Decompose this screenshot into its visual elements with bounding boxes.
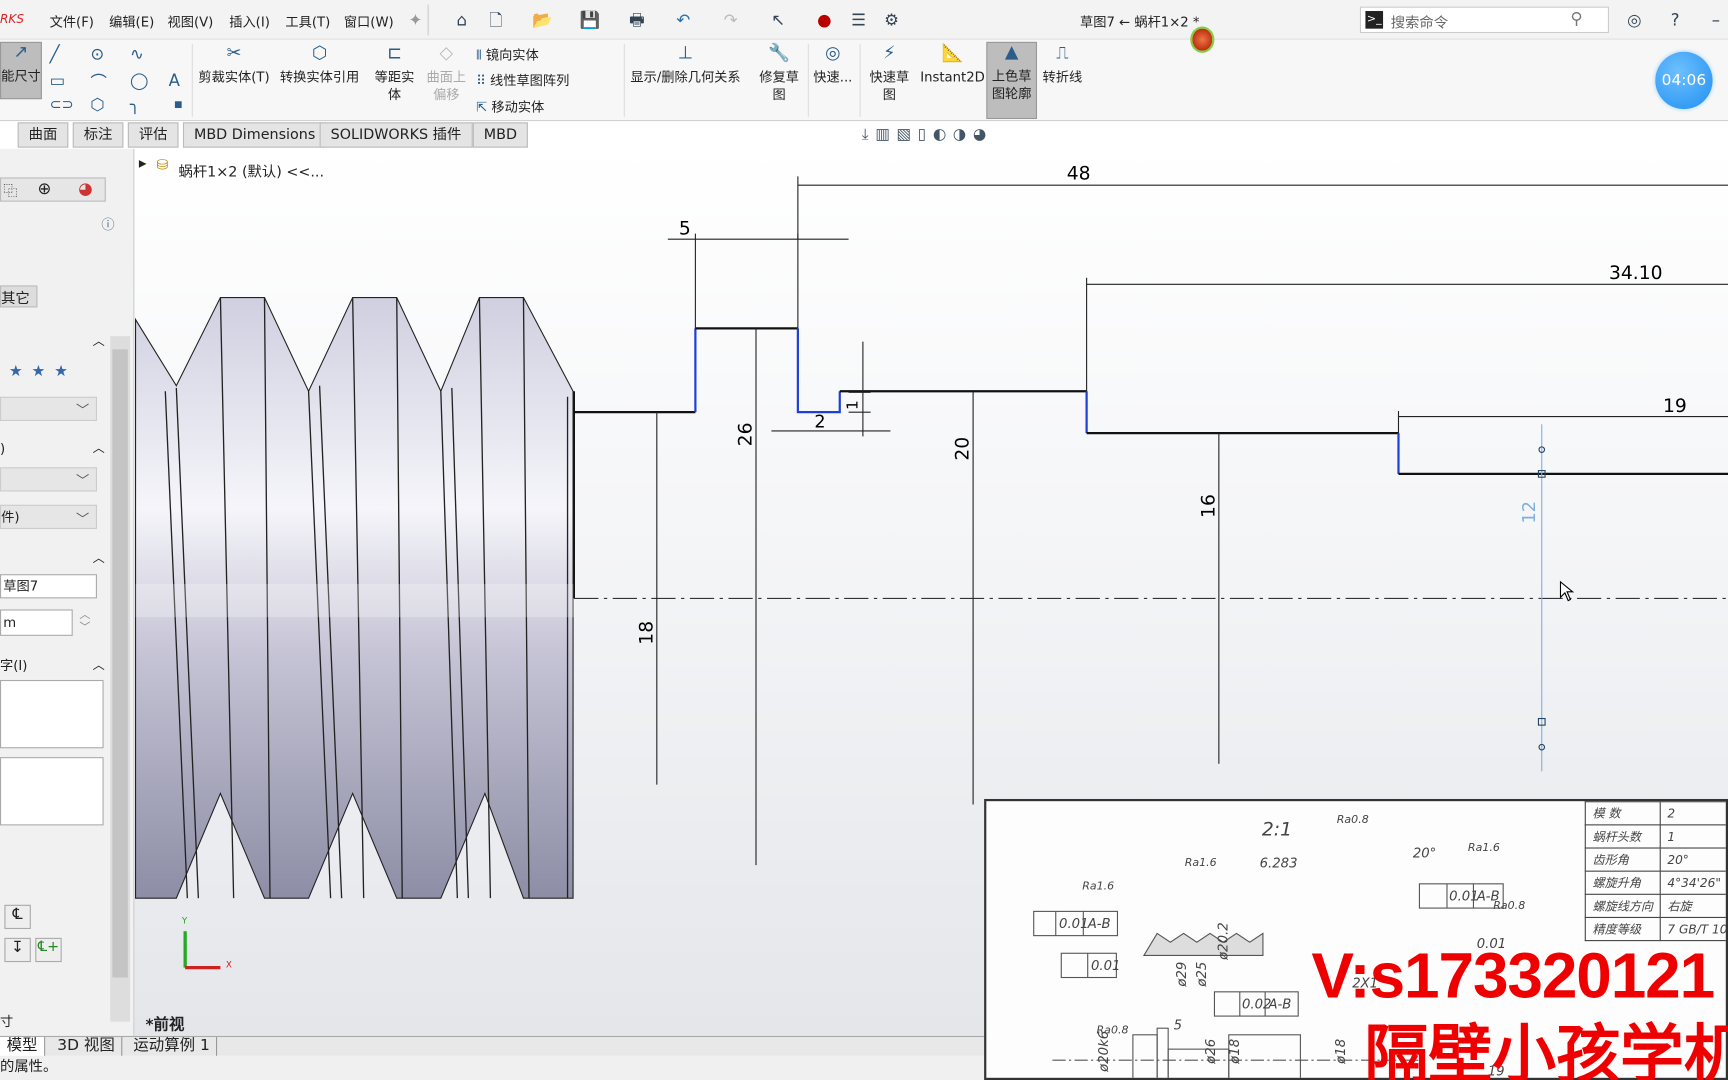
spec-value: 右旋 [1659, 893, 1726, 918]
drawing-label: ø29 [1174, 961, 1190, 987]
axis-y-label: Y [181, 917, 188, 927]
tab-3d-views[interactable]: 3D 视图 [51, 1037, 123, 1057]
drawing-label: 5 [1173, 1017, 1183, 1033]
drawing-label: A-B [1268, 996, 1292, 1012]
spec-label: 模 数 [1584, 801, 1661, 826]
drawing-label: 0.02 [1241, 996, 1272, 1012]
status-text: 的属性。 [0, 1059, 58, 1076]
dimension-2[interactable]: 2 [814, 413, 825, 433]
drawing-label: Ra1.6 [1467, 841, 1500, 855]
mouse-cursor-icon [1559, 580, 1575, 602]
spec-label: 蜗杆头数 [1584, 824, 1661, 849]
drawing-label: ø25 [1193, 961, 1210, 987]
tab-model[interactable]: 模型 [0, 1037, 46, 1057]
drawing-label: 6.283 [1259, 855, 1298, 871]
spec-label: 螺旋升角 [1584, 870, 1661, 895]
watermark-channel: 隔壁小孩学机械 [1364, 1017, 1728, 1080]
dimension-5[interactable]: 5 [679, 219, 691, 240]
drawing-label: Ra1.6 [1082, 880, 1115, 893]
spec-value: 4°34'26" [1659, 870, 1726, 895]
dimension-19[interactable]: 19 [1663, 396, 1687, 417]
spec-value: 7 GB/T 10089 [1659, 916, 1726, 942]
worm-spec-table: 模 数2 蜗杆头数 1 齿形角 20° 螺旋升角 4°34'26" 螺旋线方向 右旋 精… [1584, 801, 1726, 942]
drawing-label: ø18 [1226, 1038, 1243, 1064]
dimension-20[interactable]: 20 [953, 437, 974, 461]
dimension-16[interactable]: 16 [1198, 494, 1219, 518]
sketch-profile[interactable] [573, 327, 1728, 772]
tab-motion-study-1[interactable]: 运动算例 1 [127, 1037, 218, 1057]
drawing-label: ø26 [1202, 1038, 1219, 1064]
drawing-label: 0.01 [1091, 957, 1121, 974]
watermark-contact: V:s173320121 [1311, 940, 1715, 1012]
drawing-label: ø20k6 [1096, 1030, 1112, 1072]
drawing-scale: 2:1 [1261, 818, 1292, 841]
drawing-label: 0.01 [1449, 888, 1479, 904]
spec-label: 齿形角 [1584, 847, 1661, 872]
dimension-34-10[interactable]: 34.10 [1609, 263, 1663, 284]
drawing-label: A-B [1087, 915, 1111, 932]
spec-value: 20° [1659, 847, 1726, 872]
drawing-label: A-B [1476, 888, 1500, 904]
dimension-26[interactable]: 26 [736, 422, 757, 446]
dimension-lines [656, 176, 1728, 866]
dimension-48[interactable]: 48 [1067, 164, 1091, 185]
drawing-label: 0.01 [1059, 915, 1089, 932]
dimension-18[interactable]: 18 [636, 621, 657, 645]
axis-x-label: X [226, 961, 232, 971]
spec-value: 1 [1659, 824, 1726, 849]
drawing-label: Ra0.8 [1336, 814, 1369, 827]
spec-label: 精度等级 [1584, 916, 1661, 942]
dimension-1[interactable]: 1 [843, 400, 861, 410]
drawing-label: ø18 [1332, 1038, 1349, 1064]
worm-thread-model [134, 296, 575, 899]
drawing-label: ø20.2 [1215, 922, 1232, 960]
drawing-label: 20° [1412, 845, 1437, 861]
spec-value: 2 [1659, 801, 1726, 826]
dimension-12-preview: 12 [1520, 501, 1540, 523]
drawing-label: Ra1.6 [1184, 857, 1217, 870]
spec-label: 螺旋线方向 [1584, 893, 1661, 918]
triad-axes: Y X [181, 917, 232, 971]
